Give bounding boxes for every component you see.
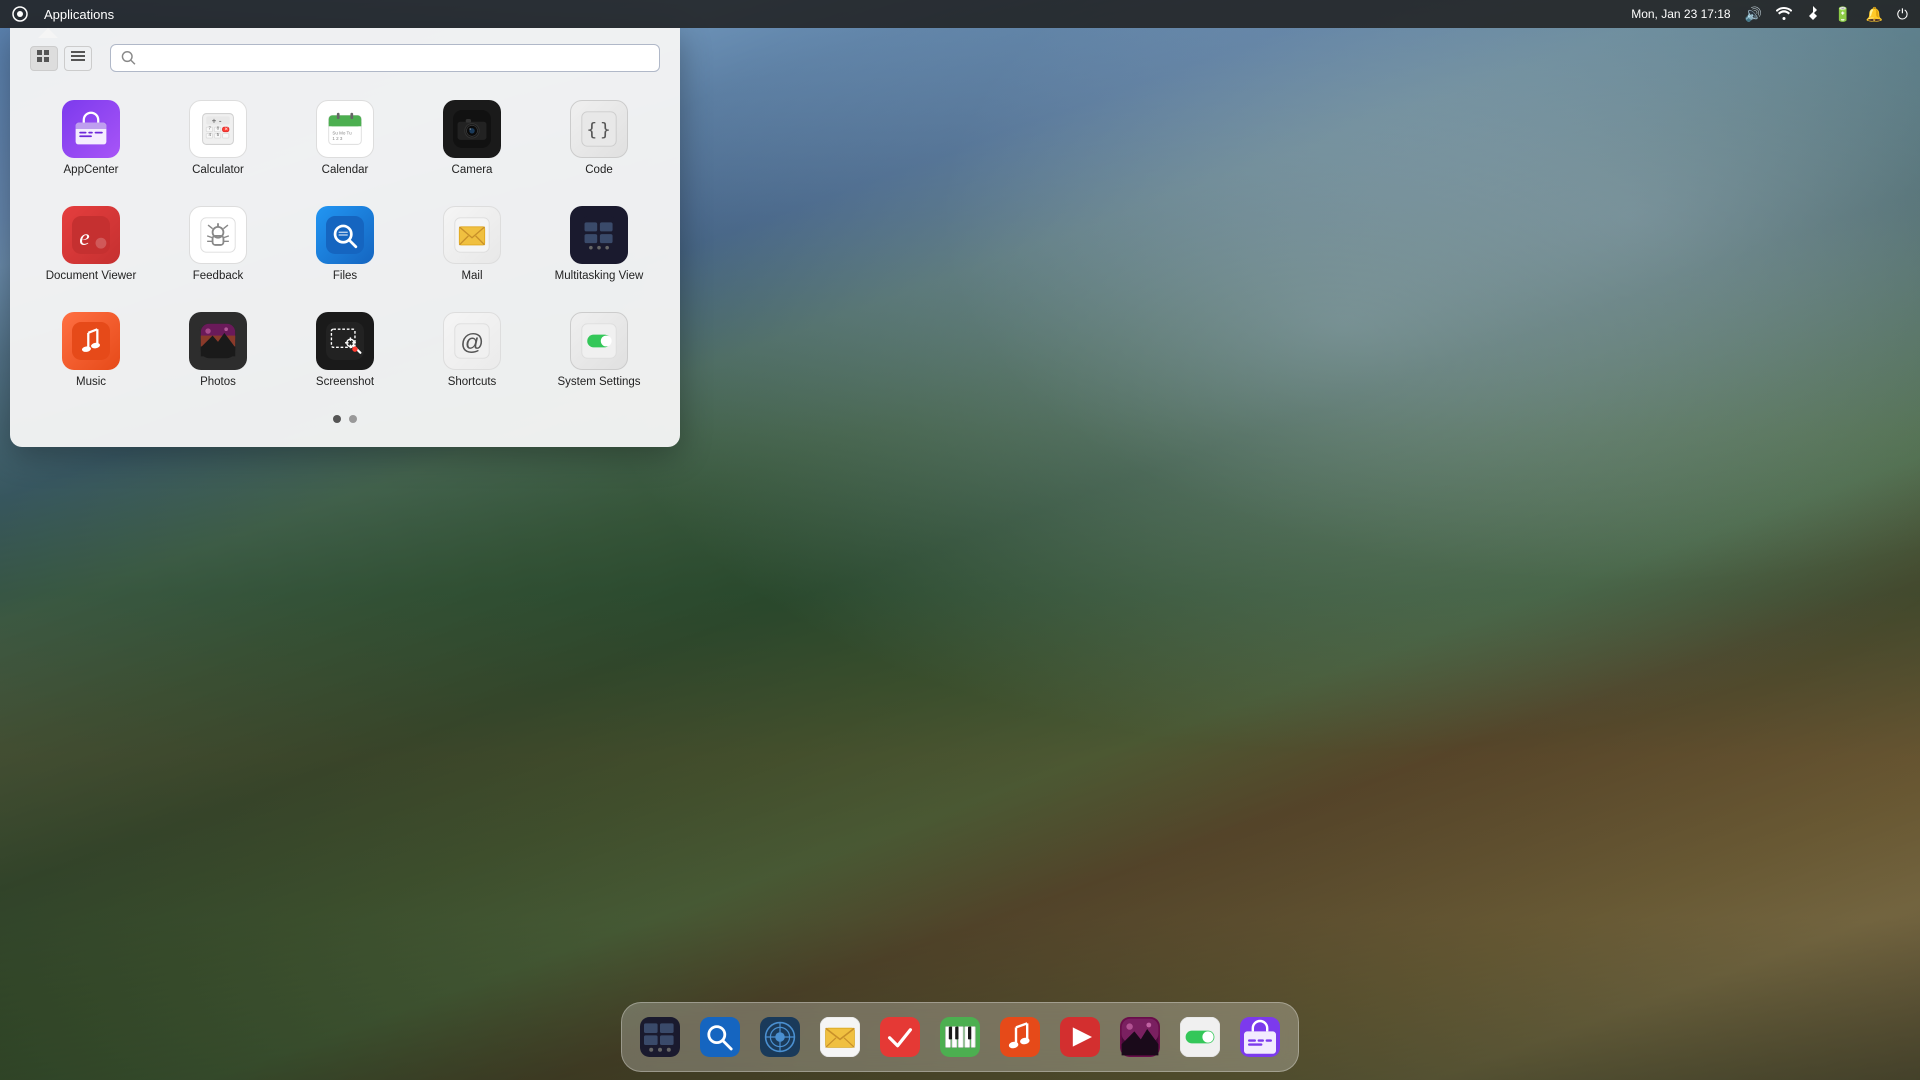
app-item-shortcuts[interactable]: @ Shortcuts <box>411 302 533 398</box>
svg-text:}: } <box>600 119 611 140</box>
photos-icon <box>189 312 247 370</box>
desktop: Applications Mon, Jan 23 17:18 🔊 🔋 🔔 <box>0 0 1920 1080</box>
appcenter-label: AppCenter <box>64 164 119 178</box>
feedback-label: Feedback <box>193 270 244 284</box>
dock-item-music[interactable] <box>992 1009 1048 1065</box>
app-item-system-settings[interactable]: System Settings <box>538 302 660 398</box>
app-launcher: AppCenter + - <box>10 28 680 447</box>
search-area <box>30 44 660 72</box>
menubar: Applications Mon, Jan 23 17:18 🔊 🔋 🔔 <box>0 0 1920 28</box>
power-icon[interactable]: ⏻ <box>1897 6 1908 23</box>
search-icon <box>121 50 136 66</box>
calculator-icon: + - × 7 8 <box>189 100 247 158</box>
search-box <box>110 44 660 72</box>
calendar-label: Calendar <box>322 164 369 178</box>
dock-item-search[interactable] <box>692 1009 748 1065</box>
pagination <box>30 415 660 423</box>
dock-item-minder[interactable] <box>872 1009 928 1065</box>
dock-item-multitasking[interactable] <box>632 1009 688 1065</box>
app-item-appcenter[interactable]: AppCenter <box>30 90 152 186</box>
menubar-right: Mon, Jan 23 17:18 🔊 🔋 🔔 ⏻ <box>1631 5 1908 24</box>
grid-view-button[interactable] <box>30 46 58 71</box>
app-item-files[interactable]: Files <box>284 196 406 292</box>
svg-text:@: @ <box>460 329 484 355</box>
code-icon: { } <box>570 100 628 158</box>
shortcuts-icon: @ <box>443 312 501 370</box>
app-item-code[interactable]: { } Code <box>538 90 660 186</box>
pagination-dot-2[interactable] <box>349 415 357 423</box>
view-toggle <box>30 46 92 71</box>
multitasking-label: Multitasking View <box>555 270 644 284</box>
app-item-screenshot[interactable]: Screenshot <box>284 302 406 398</box>
app-item-document-viewer[interactable]: e Document Viewer <box>30 196 152 292</box>
app-item-feedback[interactable]: Feedback <box>157 196 279 292</box>
camera-icon <box>443 100 501 158</box>
app-item-mail[interactable]: Mail <box>411 196 533 292</box>
battery-icon[interactable]: 🔋 <box>1834 6 1851 23</box>
dock-item-piano[interactable] <box>932 1009 988 1065</box>
files-icon <box>316 206 374 264</box>
system-settings-label: System Settings <box>557 376 640 390</box>
app-item-camera[interactable]: Camera <box>411 90 533 186</box>
music-icon <box>62 312 120 370</box>
svg-text:Su Mo Tu: Su Mo Tu <box>332 130 352 135</box>
document-viewer-icon: e <box>62 206 120 264</box>
app-menu-icon <box>12 6 28 22</box>
menubar-app-title[interactable]: Applications <box>44 7 114 22</box>
wifi-icon[interactable] <box>1776 5 1792 24</box>
dock-item-toggle[interactable] <box>1172 1009 1228 1065</box>
svg-text:+: + <box>212 117 217 126</box>
mail-icon <box>443 206 501 264</box>
dock-item-video[interactable] <box>1052 1009 1108 1065</box>
appcenter-icon <box>62 100 120 158</box>
app-item-calculator[interactable]: + - × 7 8 <box>157 90 279 186</box>
calendar-icon: Su Mo Tu 1 2 3 <box>316 100 374 158</box>
svg-text:-: - <box>219 117 222 126</box>
dock-item-photos[interactable] <box>1112 1009 1168 1065</box>
calculator-label: Calculator <box>192 164 244 178</box>
photos-label: Photos <box>200 376 236 390</box>
mail-label: Mail <box>461 270 482 284</box>
svg-text:{: { <box>586 119 597 140</box>
screenshot-icon <box>316 312 374 370</box>
bluetooth-icon[interactable] <box>1806 5 1820 24</box>
svg-text:1 2 3: 1 2 3 <box>332 136 343 141</box>
app-item-multitasking[interactable]: Multitasking View <box>538 196 660 292</box>
menubar-datetime: Mon, Jan 23 17:18 <box>1631 7 1730 21</box>
shortcuts-label: Shortcuts <box>448 376 497 390</box>
search-input[interactable] <box>142 50 649 66</box>
apps-grid: AppCenter + - <box>30 90 660 397</box>
app-item-photos[interactable]: Photos <box>157 302 279 398</box>
music-label: Music <box>76 376 106 390</box>
dock-item-appcenter[interactable] <box>1232 1009 1288 1065</box>
dock-item-browser[interactable] <box>752 1009 808 1065</box>
app-item-calendar[interactable]: Su Mo Tu 1 2 3 Calendar <box>284 90 406 186</box>
pagination-dot-1[interactable] <box>333 415 341 423</box>
launcher-arrow <box>38 28 58 38</box>
svg-text:×: × <box>224 126 228 133</box>
menubar-left: Applications <box>12 6 114 22</box>
document-viewer-label: Document Viewer <box>46 270 137 284</box>
list-view-button[interactable] <box>64 46 92 71</box>
system-settings-icon <box>570 312 628 370</box>
multitasking-icon <box>570 206 628 264</box>
dock <box>621 1002 1299 1072</box>
dock-item-mail[interactable] <box>812 1009 868 1065</box>
code-label: Code <box>585 164 613 178</box>
files-label: Files <box>333 270 357 284</box>
feedback-icon <box>189 206 247 264</box>
app-item-music[interactable]: Music <box>30 302 152 398</box>
volume-icon[interactable]: 🔊 <box>1745 6 1762 23</box>
notification-icon[interactable]: 🔔 <box>1865 6 1882 23</box>
screenshot-label: Screenshot <box>316 376 374 390</box>
camera-label: Camera <box>452 164 493 178</box>
svg-text:e: e <box>79 225 89 251</box>
